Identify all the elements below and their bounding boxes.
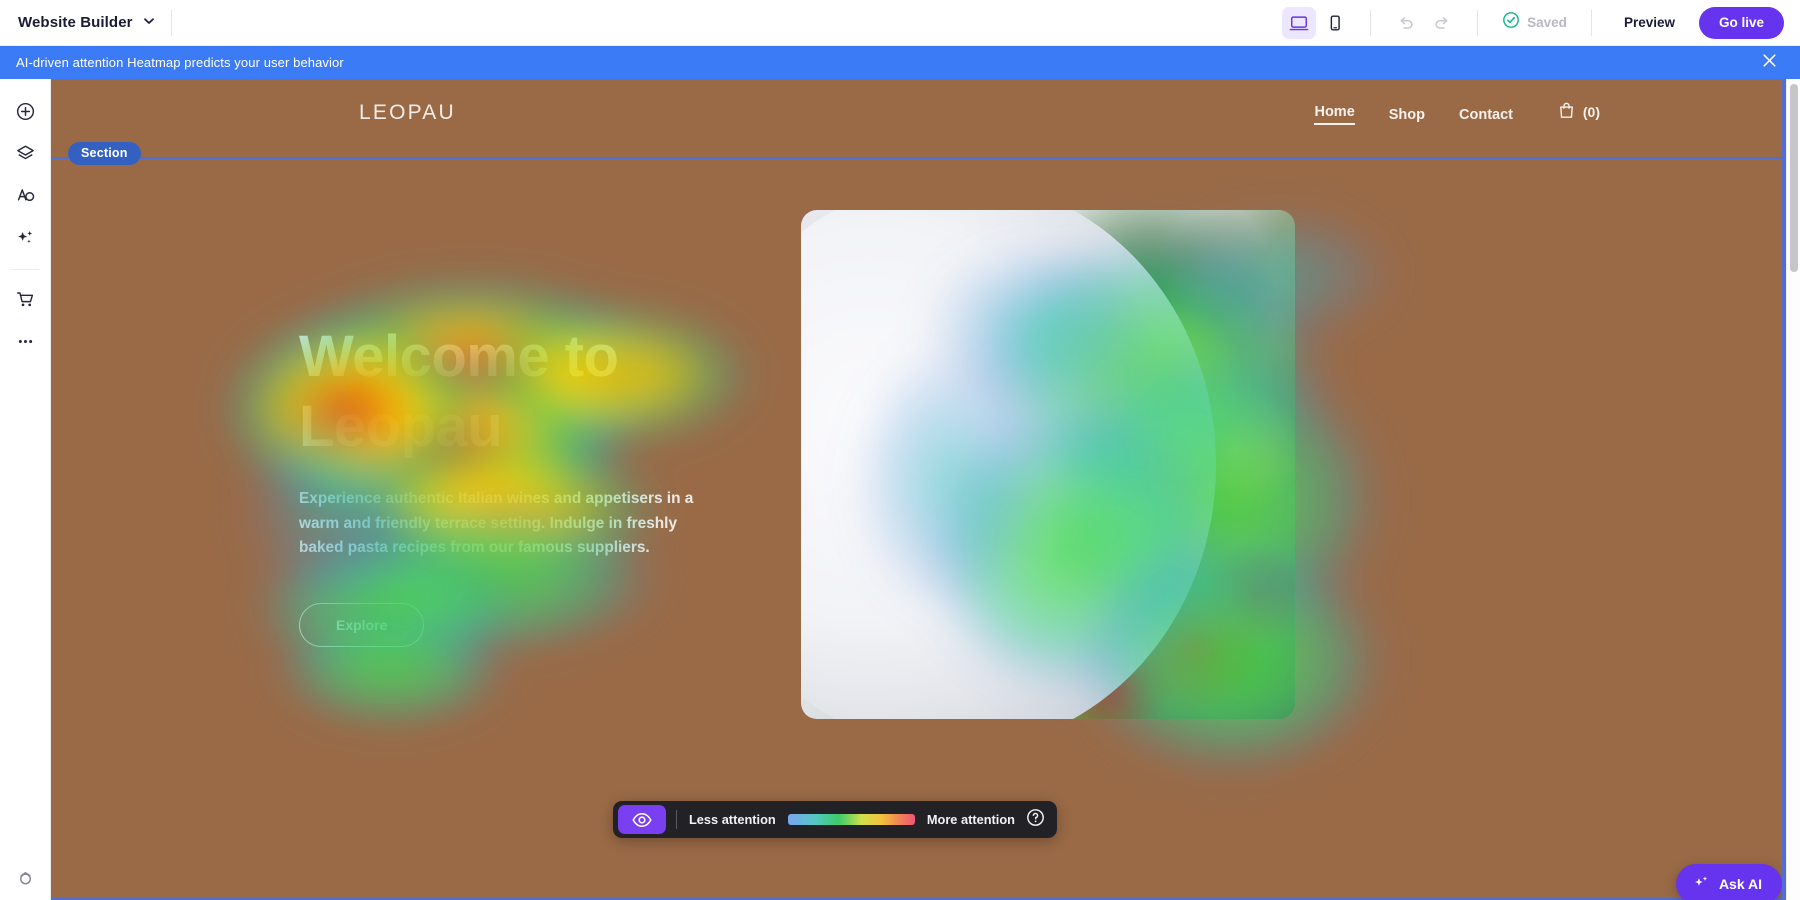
cart-link[interactable]: (0) (1557, 101, 1600, 123)
undo-icon[interactable] (1389, 7, 1423, 39)
nav-item-contact[interactable]: Contact (1459, 107, 1513, 123)
chevron-down-icon[interactable] (143, 14, 155, 32)
left-sidebar (0, 79, 51, 900)
editor-canvas[interactable]: LEOPAU Home Shop Contact (0) (51, 79, 1800, 900)
toolbar-divider-2 (1370, 10, 1371, 36)
ask-ai-label: Ask AI (1719, 876, 1762, 892)
close-icon[interactable] (1761, 52, 1778, 74)
plate-shape (801, 210, 1216, 719)
hero-image[interactable] (801, 210, 1295, 719)
save-status: Saved (1496, 11, 1573, 34)
toolbar-divider-4 (1591, 10, 1592, 36)
explore-button[interactable]: Explore (299, 603, 424, 647)
scrollbar-thumb[interactable] (1790, 84, 1798, 272)
layers-icon[interactable] (6, 134, 44, 172)
heatmap-legend: Less attention More attention (613, 801, 1057, 838)
hero-text-block[interactable]: Welcome to Leopau Experience authentic I… (299, 322, 769, 647)
toolbar-divider (171, 10, 172, 36)
go-live-button[interactable]: Go live (1699, 7, 1784, 39)
check-circle-icon (1502, 11, 1520, 34)
hero-heading-line1: Welcome to (299, 322, 769, 392)
toolbar-divider-3 (1477, 10, 1478, 36)
eye-icon[interactable] (618, 805, 666, 834)
help-icon[interactable] (6, 858, 44, 896)
redo-icon[interactable] (1425, 7, 1459, 39)
mobile-view-icon[interactable] (1318, 7, 1352, 39)
legend-gradient-bar (788, 814, 915, 825)
sparkle-ai-icon[interactable] (6, 218, 44, 256)
shopping-bag-icon (1557, 101, 1576, 123)
toolbar-actions: Saved Preview Go live (1282, 7, 1800, 39)
sparkle-ai-icon (1692, 873, 1711, 895)
site-header: LEOPAU Home Shop Contact (0) (51, 79, 1782, 157)
banner-message: AI-driven attention Heatmap predicts you… (0, 55, 344, 70)
hero-heading-line2: Leopau (299, 392, 769, 462)
top-toolbar: Website Builder (0, 0, 1800, 46)
question-circle-icon[interactable] (1026, 808, 1045, 832)
desktop-view-icon[interactable] (1282, 7, 1316, 39)
add-circle-icon[interactable] (6, 92, 44, 130)
site-nav-menu: Home Shop Contact (1314, 104, 1513, 125)
canvas-scrollbar[interactable] (1786, 79, 1800, 900)
heatmap-banner: AI-driven attention Heatmap predicts you… (0, 46, 1800, 79)
sidebar-divider (11, 269, 39, 270)
legend-less-label: Less attention (689, 812, 776, 827)
more-dots-icon[interactable] (6, 322, 44, 360)
app-title: Website Builder (18, 14, 133, 31)
legend-divider (676, 810, 677, 829)
cart-count: (0) (1583, 104, 1600, 120)
legend-more-label: More attention (927, 812, 1015, 827)
preview-button[interactable]: Preview (1610, 15, 1689, 30)
hero-paragraph: Experience authentic Italian wines and a… (299, 487, 711, 560)
ask-ai-button[interactable]: Ask AI (1676, 864, 1782, 900)
pages-icon[interactable] (6, 176, 44, 214)
website-preview: LEOPAU Home Shop Contact (0) (51, 79, 1782, 900)
hero-heading: Welcome to Leopau (299, 322, 769, 462)
website-builder-app: Website Builder (0, 0, 1800, 900)
brand-menu[interactable]: Website Builder (0, 0, 155, 45)
nav-item-home[interactable]: Home (1314, 104, 1354, 125)
section-badge[interactable]: Section (68, 142, 141, 165)
nav-item-shop[interactable]: Shop (1389, 107, 1425, 123)
site-logo[interactable]: LEOPAU (359, 101, 456, 125)
saved-label: Saved (1527, 15, 1567, 30)
cart-icon[interactable] (6, 280, 44, 318)
